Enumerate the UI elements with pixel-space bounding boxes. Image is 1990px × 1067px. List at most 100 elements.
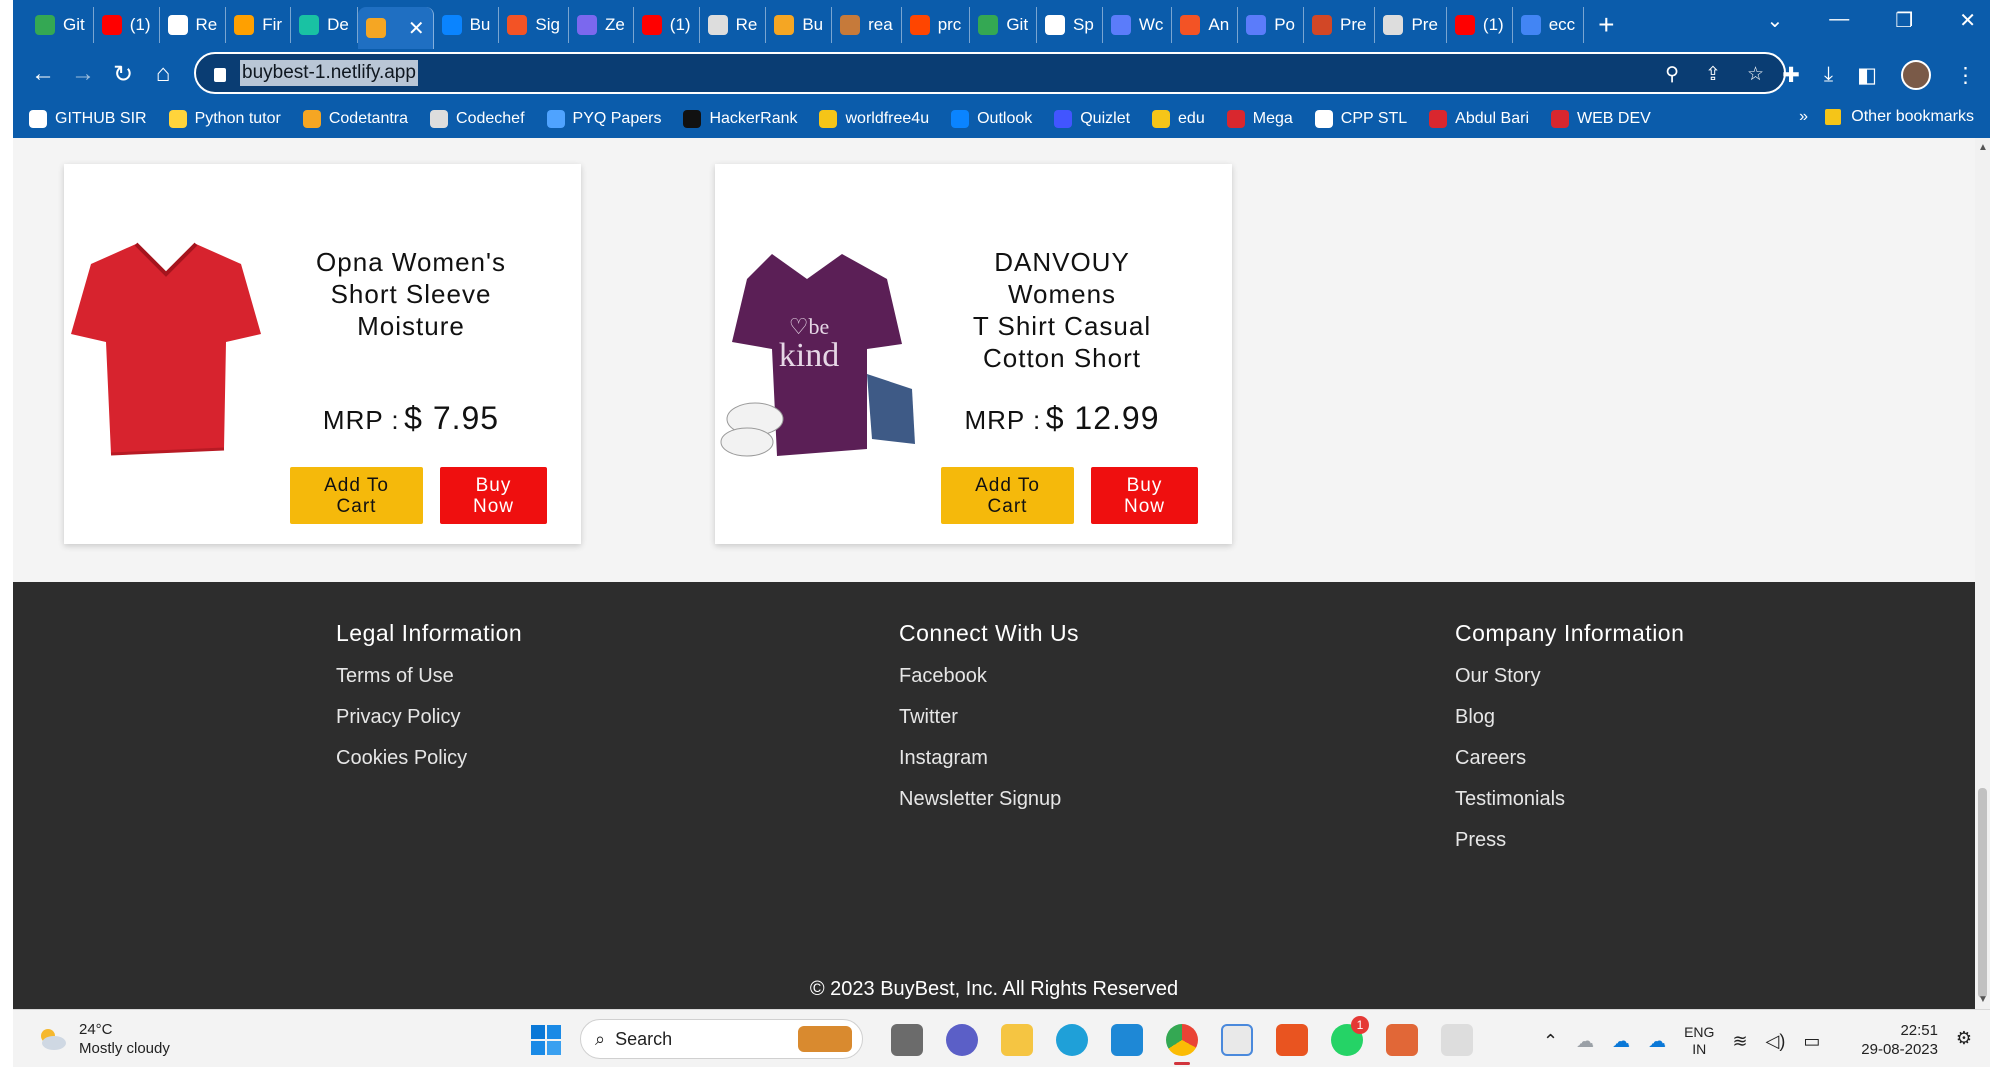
language-indicator[interactable]: ENG IN bbox=[1684, 1024, 1714, 1058]
ubuntu-icon[interactable] bbox=[1276, 1024, 1308, 1056]
bookmark-item[interactable]: Outlook bbox=[951, 109, 1032, 128]
browser-tab[interactable]: Po bbox=[1238, 6, 1304, 43]
onedrive-icon[interactable]: ☁ bbox=[1576, 1031, 1594, 1052]
footer-link-testimonials[interactable]: Testimonials bbox=[1455, 786, 1684, 827]
bookmark-item[interactable]: Quizlet bbox=[1054, 109, 1130, 128]
snipping-tool-icon[interactable] bbox=[1441, 1024, 1473, 1056]
footer-link-terms[interactable]: Terms of Use bbox=[336, 663, 522, 704]
add-to-cart-button[interactable]: Add To Cart bbox=[290, 467, 423, 524]
browser-tab[interactable]: Pre bbox=[1375, 6, 1447, 43]
browser-tab[interactable]: De bbox=[291, 6, 358, 43]
bookmark-star-icon[interactable]: ☆ bbox=[1747, 63, 1764, 86]
tab-search-icon[interactable]: ⌄ bbox=[1767, 8, 1784, 33]
restore-icon[interactable]: ❐ bbox=[1895, 8, 1913, 33]
scroll-down-icon[interactable]: ▼ bbox=[1978, 994, 1988, 1005]
bookmarks-overflow-icon[interactable]: » bbox=[1799, 108, 1808, 126]
browser-tab[interactable]: (1) bbox=[1447, 6, 1513, 43]
bookmark-item[interactable]: HackerRank bbox=[683, 109, 797, 128]
minimize-icon[interactable]: — bbox=[1829, 8, 1849, 33]
footer-link-instagram[interactable]: Instagram bbox=[899, 745, 1079, 786]
meet-icon[interactable] bbox=[946, 1024, 978, 1056]
side-panel-icon[interactable]: ◧ bbox=[1857, 63, 1877, 88]
notifications-icon[interactable]: ⚙ bbox=[1956, 1028, 1972, 1049]
volume-icon[interactable]: ◁) bbox=[1766, 1031, 1786, 1052]
buy-now-button[interactable]: Buy Now bbox=[440, 467, 547, 524]
onedrive-icon[interactable]: ☁ bbox=[1648, 1031, 1666, 1052]
microsoft-store-icon[interactable] bbox=[1221, 1024, 1253, 1056]
browser-tab[interactable]: Fir bbox=[226, 6, 292, 43]
menu-icon[interactable]: ⋮ bbox=[1955, 63, 1976, 88]
show-hidden-icons-icon[interactable]: ⌃ bbox=[1543, 1031, 1558, 1052]
onedrive-icon[interactable]: ☁ bbox=[1612, 1031, 1630, 1052]
windows-start-icon[interactable] bbox=[531, 1025, 561, 1055]
browser-tab[interactable]: Git bbox=[27, 6, 94, 43]
bookmark-item[interactable]: PYQ Papers bbox=[546, 109, 661, 128]
buy-now-button[interactable]: Buy Now bbox=[1091, 467, 1198, 524]
page-scrollbar[interactable]: ▲ ▼ bbox=[1975, 138, 1990, 1009]
reload-icon[interactable]: ↻ bbox=[103, 60, 143, 89]
wifi-icon[interactable]: ≋ bbox=[1732, 1031, 1747, 1052]
bookmark-item[interactable]: GITHUB SIR bbox=[29, 109, 147, 128]
footer-link-our-story[interactable]: Our Story bbox=[1455, 663, 1684, 704]
share-icon[interactable]: ⇪ bbox=[1705, 63, 1721, 86]
footer-link-blog[interactable]: Blog bbox=[1455, 704, 1684, 745]
browser-tab-active[interactable]: ✕ bbox=[357, 7, 434, 49]
forward-icon[interactable]: → bbox=[63, 60, 103, 88]
browser-tab[interactable]: Wc bbox=[1103, 6, 1173, 43]
bookmark-item[interactable]: Python tutor bbox=[168, 109, 281, 128]
whatsapp-icon[interactable]: 1 bbox=[1331, 1016, 1369, 1056]
footer-link-press[interactable]: Press bbox=[1455, 827, 1684, 868]
extensions-icon[interactable]: ✚ bbox=[1782, 63, 1800, 88]
scrollbar-thumb[interactable] bbox=[1978, 788, 1987, 998]
download-icon[interactable]: ⤓ bbox=[1824, 63, 1833, 87]
browser-tab[interactable]: rea bbox=[832, 6, 902, 43]
chrome-icon[interactable] bbox=[1166, 1024, 1198, 1065]
browser-tab[interactable]: Pre bbox=[1304, 6, 1376, 43]
footer-link-facebook[interactable]: Facebook bbox=[899, 663, 1079, 704]
browser-tab[interactable]: prc bbox=[902, 6, 971, 43]
taskbar-search[interactable]: ⌕ Search bbox=[580, 1019, 863, 1059]
battery-icon[interactable]: ▭ bbox=[1803, 1031, 1820, 1052]
other-bookmarks[interactable]: Other bookmarks bbox=[1825, 108, 1974, 126]
footer-link-twitter[interactable]: Twitter bbox=[899, 704, 1079, 745]
matlab-icon[interactable] bbox=[1386, 1024, 1418, 1056]
footer-link-privacy[interactable]: Privacy Policy bbox=[336, 704, 522, 745]
browser-tab[interactable]: Re bbox=[160, 6, 227, 43]
home-icon[interactable]: ⌂ bbox=[143, 60, 183, 88]
footer-link-careers[interactable]: Careers bbox=[1455, 745, 1684, 786]
close-window-icon[interactable]: ✕ bbox=[1959, 8, 1976, 33]
browser-tab[interactable]: Sig bbox=[499, 6, 569, 43]
browser-tab[interactable]: Ze bbox=[569, 6, 634, 43]
add-to-cart-button[interactable]: Add To Cart bbox=[941, 467, 1074, 524]
back-icon[interactable]: ← bbox=[23, 60, 63, 88]
profile-avatar[interactable] bbox=[1901, 60, 1931, 90]
bookmark-item[interactable]: worldfree4u bbox=[819, 109, 929, 128]
address-bar[interactable]: buybest-1.netlify.app ⚲ ⇪ ☆ bbox=[194, 52, 1786, 94]
lock-icon[interactable] bbox=[214, 68, 226, 82]
clock[interactable]: 22:51 29-08-2023 bbox=[1861, 1021, 1938, 1059]
footer-link-cookies[interactable]: Cookies Policy bbox=[336, 745, 522, 786]
bookmark-item[interactable]: CPP STL bbox=[1314, 109, 1407, 128]
browser-tab[interactable]: An bbox=[1172, 6, 1239, 43]
browser-tab[interactable]: Bu bbox=[434, 6, 500, 43]
new-tab-icon[interactable]: + bbox=[1598, 9, 1614, 41]
vscode-icon[interactable] bbox=[1111, 1024, 1143, 1056]
browser-tab[interactable]: Bu bbox=[766, 6, 833, 43]
footer-link-newsletter[interactable]: Newsletter Signup bbox=[899, 786, 1079, 827]
task-view-icon[interactable] bbox=[891, 1024, 923, 1056]
bookmark-item[interactable]: WEB DEV bbox=[1551, 109, 1651, 128]
bookmark-item[interactable]: Codetantra bbox=[302, 109, 408, 128]
url-text[interactable]: buybest-1.netlify.app bbox=[240, 60, 418, 86]
browser-tab[interactable]: Re bbox=[700, 6, 767, 43]
weather-widget[interactable]: 24°C Mostly cloudy bbox=[37, 1020, 170, 1058]
browser-tab[interactable]: ecc bbox=[1513, 6, 1585, 43]
location-icon[interactable]: ⚲ bbox=[1665, 63, 1679, 86]
edge-icon[interactable] bbox=[1056, 1024, 1088, 1056]
file-explorer-icon[interactable] bbox=[1001, 1024, 1033, 1056]
browser-tab[interactable]: (1) bbox=[634, 6, 700, 43]
bookmark-item[interactable]: Mega bbox=[1226, 109, 1293, 128]
browser-tab[interactable]: Git bbox=[970, 6, 1038, 43]
browser-tab[interactable]: Sp bbox=[1037, 6, 1103, 43]
browser-tab[interactable]: (1) bbox=[94, 6, 160, 43]
bookmark-item[interactable]: Codechef bbox=[430, 109, 525, 128]
